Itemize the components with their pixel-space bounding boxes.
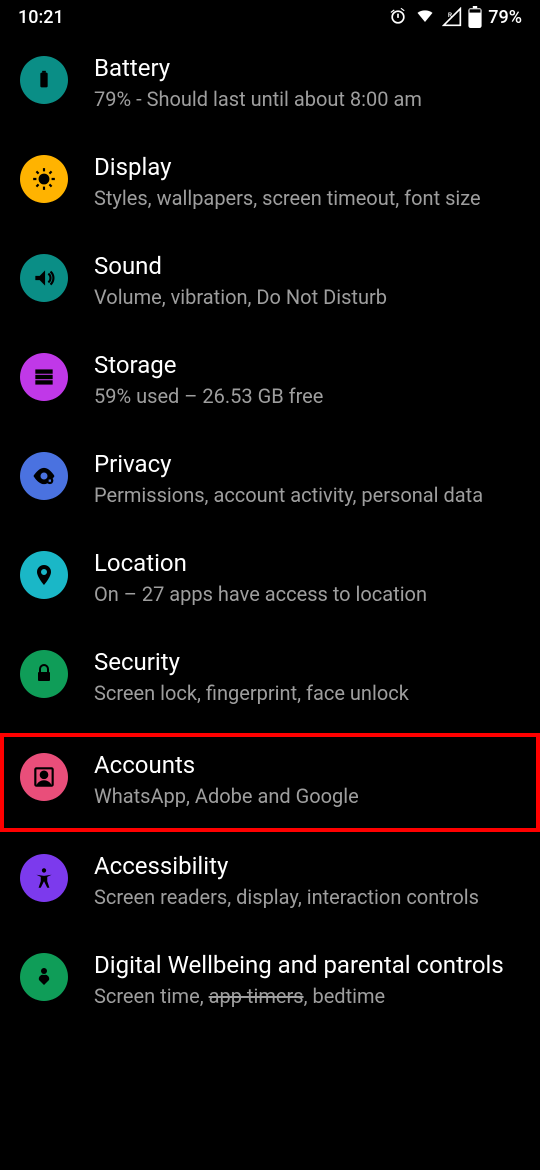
subtitle-strike: app timers: [209, 984, 304, 1008]
item-title: Battery: [94, 54, 520, 82]
display-icon: [20, 155, 68, 203]
item-title: Security: [94, 648, 520, 676]
item-text: Storage 59% used – 26.53 GB free: [94, 351, 520, 410]
item-subtitle: 79% - Should last until about 8:00 am: [94, 86, 520, 113]
item-text: Accounts WhatsApp, Adobe and Google: [94, 751, 520, 810]
item-title: Privacy: [94, 450, 520, 478]
battery-status-icon: [468, 6, 482, 28]
subtitle-post: , bedtime: [304, 984, 386, 1008]
accounts-icon: [20, 753, 68, 801]
security-icon: [20, 650, 68, 698]
accessibility-icon: [20, 854, 68, 902]
item-text: Display Styles, wallpapers, screen timeo…: [94, 153, 520, 212]
settings-item-wellbeing[interactable]: Digital Wellbeing and parental controls …: [0, 937, 540, 1020]
settings-item-display[interactable]: Display Styles, wallpapers, screen timeo…: [0, 139, 540, 238]
item-text: Location On – 27 apps have access to loc…: [94, 549, 520, 608]
signal-icon: R: [442, 7, 462, 27]
settings-list: Battery 79% - Should last until about 8:…: [0, 32, 540, 1020]
settings-item-privacy[interactable]: Privacy Permissions, account activity, p…: [0, 436, 540, 535]
item-text: Security Screen lock, fingerprint, face …: [94, 648, 520, 707]
settings-item-storage[interactable]: Storage 59% used – 26.53 GB free: [0, 337, 540, 436]
alarm-icon: [388, 7, 408, 27]
item-text: Privacy Permissions, account activity, p…: [94, 450, 520, 509]
item-text: Sound Volume, vibration, Do Not Disturb: [94, 252, 520, 311]
item-subtitle: Screen time, app timers, bedtime: [94, 983, 520, 1010]
item-subtitle: Volume, vibration, Do Not Disturb: [94, 284, 520, 311]
subtitle-pre: Screen time,: [94, 984, 209, 1008]
storage-icon: [20, 353, 68, 401]
item-title: Accessibility: [94, 852, 520, 880]
battery-percent: 79%: [488, 7, 522, 28]
settings-item-battery[interactable]: Battery 79% - Should last until about 8:…: [0, 40, 540, 139]
settings-item-accessibility[interactable]: Accessibility Screen readers, display, i…: [0, 838, 540, 937]
settings-item-accounts[interactable]: Accounts WhatsApp, Adobe and Google: [0, 733, 540, 832]
status-icons: R 79%: [388, 6, 522, 28]
battery-icon: [20, 56, 68, 104]
item-subtitle: 59% used – 26.53 GB free: [94, 383, 520, 410]
item-subtitle: Screen lock, fingerprint, face unlock: [94, 680, 520, 707]
item-title: Sound: [94, 252, 520, 280]
status-bar: 10:21 R 79%: [0, 0, 540, 32]
item-subtitle: Permissions, account activity, personal …: [94, 482, 520, 509]
item-title: Storage: [94, 351, 520, 379]
wifi-icon: [414, 7, 436, 27]
settings-item-security[interactable]: Security Screen lock, fingerprint, face …: [0, 634, 540, 733]
item-title: Accounts: [94, 751, 520, 779]
clock: 10:21: [18, 7, 64, 28]
sound-icon: [20, 254, 68, 302]
item-subtitle: Screen readers, display, interaction con…: [94, 884, 520, 911]
item-text: Digital Wellbeing and parental controls …: [94, 951, 520, 1010]
item-text: Accessibility Screen readers, display, i…: [94, 852, 520, 911]
settings-item-location[interactable]: Location On – 27 apps have access to loc…: [0, 535, 540, 634]
item-text: Battery 79% - Should last until about 8:…: [94, 54, 520, 113]
privacy-icon: [20, 452, 68, 500]
item-title: Location: [94, 549, 520, 577]
item-title: Display: [94, 153, 520, 181]
item-subtitle: Styles, wallpapers, screen timeout, font…: [94, 185, 520, 212]
location-icon: [20, 551, 68, 599]
item-subtitle: WhatsApp, Adobe and Google: [94, 783, 520, 810]
settings-item-sound[interactable]: Sound Volume, vibration, Do Not Disturb: [0, 238, 540, 337]
wellbeing-icon: [20, 953, 68, 1001]
item-subtitle: On – 27 apps have access to location: [94, 581, 520, 608]
item-title: Digital Wellbeing and parental controls: [94, 951, 520, 979]
